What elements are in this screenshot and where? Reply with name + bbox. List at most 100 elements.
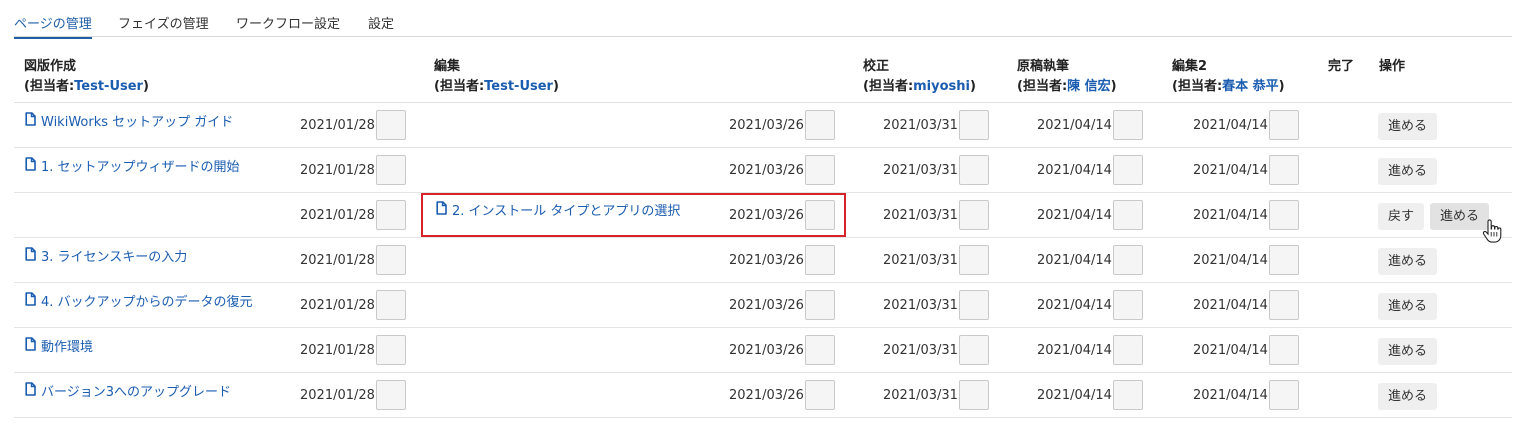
phase-checkbox[interactable] — [376, 155, 406, 185]
column-header-kosei: 校正 (担当者:miyoshi) — [863, 59, 976, 94]
phase-date: 2021/03/26 — [729, 343, 804, 358]
phase-checkbox[interactable] — [1113, 335, 1143, 365]
phase-date: 2021/01/28 — [300, 163, 375, 178]
phase-checkbox[interactable] — [376, 290, 406, 320]
phase-date: 2021/03/31 — [883, 118, 958, 133]
phase-checkbox[interactable] — [805, 245, 835, 275]
phase-checkbox[interactable] — [959, 245, 989, 275]
phase-date: 2021/01/28 — [300, 208, 375, 223]
table-row: 2. インストール タイプとアプリの選択 2021/01/28 2021/03/26… — [14, 193, 1512, 238]
page-link[interactable]: バージョン3へのアップグレード — [25, 381, 231, 400]
phase-checkbox[interactable] — [1113, 290, 1143, 320]
document-icon — [25, 246, 36, 265]
advance-button[interactable]: 進める — [1378, 113, 1438, 140]
phase-date: 2021/04/14 — [1193, 163, 1268, 178]
phase-date: 2021/04/14 — [1193, 298, 1268, 313]
tab-settings[interactable]: 設定 — [368, 13, 394, 32]
phase-checkbox[interactable] — [805, 110, 835, 140]
document-icon — [25, 381, 36, 400]
phase-checkbox[interactable] — [376, 200, 406, 230]
page-link[interactable]: 動作環境 — [25, 336, 93, 355]
assignee-link[interactable]: Test-User — [484, 79, 553, 94]
advance-button[interactable]: 進める — [1378, 293, 1438, 320]
phase-checkbox[interactable] — [376, 245, 406, 275]
phase-date: 2021/03/31 — [883, 163, 958, 178]
assignee-link[interactable]: 春本 恭平 — [1222, 79, 1279, 94]
phase-date: 2021/03/31 — [883, 298, 958, 313]
column-header-sosa: 操作 — [1379, 59, 1406, 74]
assignee-link[interactable]: 陳 信宏 — [1067, 79, 1111, 94]
phase-date: 2021/03/26 — [729, 118, 804, 133]
advance-button[interactable]: 進める — [1378, 383, 1438, 410]
phase-checkbox[interactable] — [1269, 110, 1299, 140]
back-button[interactable]: 戻す — [1378, 203, 1425, 230]
phase-checkbox[interactable] — [376, 110, 406, 140]
phase-date: 2021/04/14 — [1193, 208, 1268, 223]
phase-checkbox[interactable] — [959, 200, 989, 230]
tab-workflow-settings[interactable]: ワークフロー設定 — [236, 13, 340, 32]
column-header-genko: 原稿執筆 (担当者:陳 信宏) — [1017, 59, 1117, 94]
phase-checkbox[interactable] — [1113, 380, 1143, 410]
column-header-henshu: 編集 (担当者:Test-User) — [434, 59, 559, 94]
phase-checkbox[interactable] — [805, 200, 835, 230]
table-row: 4. バックアップからのデータの復元 2021/01/28 2021/03/26 20… — [14, 283, 1512, 328]
phase-checkbox[interactable] — [805, 155, 835, 185]
phase-date: 2021/01/28 — [300, 118, 375, 133]
tab-bar: ページの管理 フェイズの管理 ワークフロー設定 設定 — [14, 0, 1512, 39]
page-link[interactable]: 3. ライセンスキーの入力 — [25, 246, 187, 265]
document-icon — [25, 291, 36, 310]
phase-checkbox[interactable] — [1269, 290, 1299, 320]
table-row: 動作環境 2021/01/28 2021/03/26 2021/03/31 2021/0… — [14, 328, 1512, 373]
advance-button[interactable]: 進める — [1430, 203, 1490, 230]
page-link[interactable]: WikiWorks セットアップ ガイド — [25, 111, 233, 130]
phase-date: 2021/03/31 — [883, 388, 958, 403]
page-link[interactable]: 2. インストール タイプとアプリの選択 — [436, 200, 680, 219]
phase-checkbox[interactable] — [1269, 155, 1299, 185]
phase-checkbox[interactable] — [376, 380, 406, 410]
table-row: 3. ライセンスキーの入力 2021/01/28 2021/03/26 2021/03… — [14, 238, 1512, 283]
page-link[interactable]: 1. セットアップウィザードの開始 — [25, 156, 240, 175]
advance-button[interactable]: 進める — [1378, 248, 1438, 275]
table-row: 1. セットアップウィザードの開始 2021/01/28 2021/03/26 202… — [14, 148, 1512, 193]
assignee-link[interactable]: miyoshi — [913, 79, 970, 94]
phase-date: 2021/04/14 — [1193, 118, 1268, 133]
phase-checkbox[interactable] — [959, 335, 989, 365]
phase-checkbox[interactable] — [376, 335, 406, 365]
phase-date: 2021/04/14 — [1193, 388, 1268, 403]
page-link[interactable]: 4. バックアップからのデータの復元 — [25, 291, 253, 310]
phase-checkbox[interactable] — [959, 380, 989, 410]
phase-checkbox[interactable] — [1113, 200, 1143, 230]
hand-pointer-icon — [1482, 219, 1502, 247]
row-divider — [14, 417, 1512, 418]
tab-phase-management[interactable]: フェイズの管理 — [118, 13, 209, 32]
phase-checkbox[interactable] — [1269, 200, 1299, 230]
phase-date: 2021/03/26 — [729, 388, 804, 403]
phase-date: 2021/04/14 — [1037, 208, 1112, 223]
phase-date: 2021/03/31 — [883, 208, 958, 223]
phase-date: 2021/03/26 — [729, 253, 804, 268]
phase-checkbox[interactable] — [1113, 110, 1143, 140]
phase-checkbox[interactable] — [805, 290, 835, 320]
phase-checkbox[interactable] — [1113, 155, 1143, 185]
phase-checkbox[interactable] — [959, 155, 989, 185]
document-icon — [436, 200, 447, 219]
phase-date: 2021/04/14 — [1037, 253, 1112, 268]
phase-checkbox[interactable] — [1113, 245, 1143, 275]
phase-date: 2021/04/14 — [1037, 343, 1112, 358]
phase-date: 2021/03/26 — [729, 163, 804, 178]
phase-date: 2021/01/28 — [300, 388, 375, 403]
assignee-link[interactable]: Test-User — [74, 79, 143, 94]
phase-date: 2021/04/14 — [1037, 298, 1112, 313]
advance-button[interactable]: 進める — [1378, 338, 1438, 365]
advance-button[interactable]: 進める — [1378, 158, 1438, 185]
tab-page-management[interactable]: ページの管理 — [14, 13, 92, 39]
phase-checkbox[interactable] — [959, 290, 989, 320]
phase-checkbox[interactable] — [805, 335, 835, 365]
phase-checkbox[interactable] — [959, 110, 989, 140]
phase-checkbox[interactable] — [1269, 380, 1299, 410]
phase-checkbox[interactable] — [805, 380, 835, 410]
phase-checkbox[interactable] — [1269, 245, 1299, 275]
phase-checkbox[interactable] — [1269, 335, 1299, 365]
column-header-kanryo: 完了 — [1328, 59, 1355, 74]
document-icon — [25, 111, 36, 130]
